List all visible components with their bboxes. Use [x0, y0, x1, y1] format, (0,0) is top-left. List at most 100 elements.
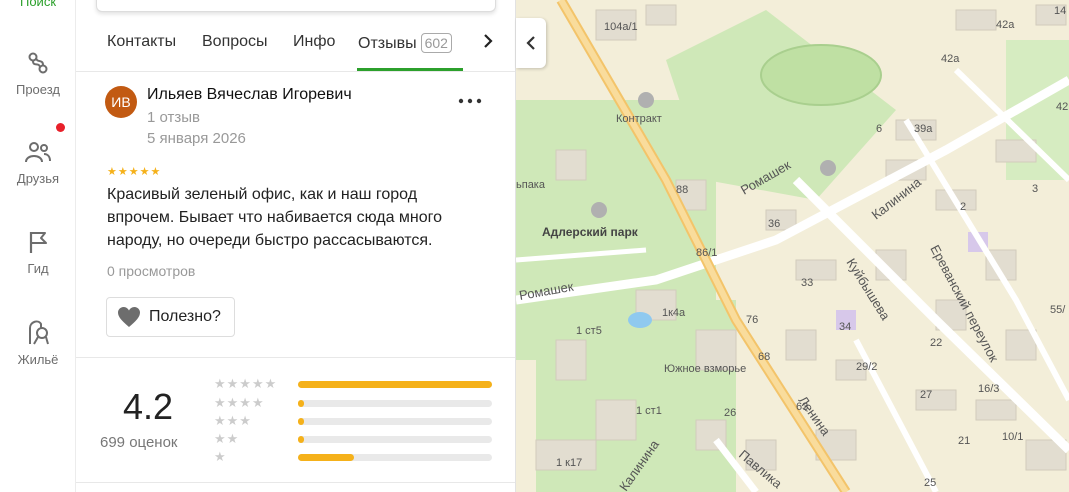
- histogram-bar: [298, 454, 354, 461]
- nav-item-route-label: Проезд: [15, 82, 60, 97]
- nav-item-route[interactable]: Проезд: [0, 50, 76, 97]
- map-label: 42: [1056, 101, 1068, 113]
- histogram-row-2: ★★: [214, 431, 494, 446]
- nav-item-housing-label: Жильё: [17, 352, 59, 367]
- map-view[interactable]: 104а/1 42а 42а Контракт 6 39а Ромашек Ка…: [516, 0, 1069, 492]
- flag-icon: [29, 232, 47, 253]
- collapse-panel-button[interactable]: [516, 18, 546, 68]
- map-label: ьпака: [516, 179, 546, 191]
- histogram-row-4: ★★★★: [214, 395, 494, 410]
- map-pond: [628, 312, 652, 328]
- review-stars: ★★★★★: [107, 166, 162, 178]
- histogram-stars: ★★★★★: [214, 376, 278, 391]
- heart-icon: [118, 307, 140, 327]
- nav-item-housing[interactable]: Жильё: [0, 318, 76, 367]
- map-stadium: [760, 44, 882, 106]
- map-label: 55/: [1050, 304, 1066, 316]
- contract-poi-icon[interactable]: [638, 92, 654, 108]
- review-date: 5 января 2026: [147, 130, 246, 147]
- map-label: 25: [924, 477, 936, 489]
- review-text: Красивый зеленый офис, как и наш город в…: [107, 186, 443, 249]
- bottom-divider: [76, 482, 515, 483]
- histogram-bar: [298, 400, 304, 407]
- useful-button-label: Полезно?: [149, 308, 221, 325]
- histogram-row-1: ★: [214, 449, 494, 464]
- reviews-count-badge: 602: [420, 33, 452, 53]
- avatar[interactable]: ИВ: [105, 86, 137, 118]
- chevron-right-icon: [484, 34, 493, 48]
- map-label: 2: [960, 201, 966, 213]
- map-label: 86/1: [696, 247, 717, 259]
- map-label: 27: [920, 389, 932, 401]
- histogram-bar: [298, 436, 304, 443]
- map-label: 22: [930, 337, 942, 349]
- map-label: Контракт: [616, 113, 662, 125]
- map-label: Южное взморье: [664, 363, 746, 375]
- map-label: 16/3: [978, 383, 999, 395]
- map-label: 1 ст1: [636, 405, 662, 417]
- map-label: 76: [746, 314, 758, 326]
- review-views: 0 просмотров: [107, 263, 196, 279]
- tab-reviews-label: Отзывы: [358, 35, 417, 52]
- histogram-stars: ★★: [214, 431, 240, 446]
- useful-button[interactable]: Полезно?: [106, 297, 235, 337]
- tabs-next-button[interactable]: [482, 33, 494, 54]
- histogram-track: [298, 454, 492, 461]
- histogram-bar: [298, 418, 304, 425]
- rating-value: 4.2: [122, 386, 174, 427]
- map-label: 3: [1032, 183, 1038, 195]
- map-label: 29/2: [856, 361, 877, 373]
- tab-contacts[interactable]: Контакты: [107, 33, 176, 51]
- histogram-track: [298, 418, 492, 425]
- chevron-left-icon: [526, 36, 535, 50]
- map-label: 21: [958, 435, 970, 447]
- notification-dot: [56, 123, 65, 132]
- tabs-bar: Контакты Вопросы Инфо Отзывы 602: [76, 24, 515, 71]
- more-options-button[interactable]: [458, 88, 482, 111]
- nav-rail: Поиск Проезд Друзья Гид Жильё: [0, 0, 76, 492]
- poi-icon[interactable]: [820, 160, 836, 176]
- tab-reviews[interactable]: Отзывы 602: [358, 33, 452, 53]
- rating-count: 699 оценок: [100, 434, 178, 451]
- histogram-track: [298, 400, 492, 407]
- map-label: 36: [768, 218, 780, 230]
- park-poi-icon[interactable]: [591, 202, 607, 218]
- histogram-stars: ★★★: [214, 413, 252, 428]
- map-label: 33: [801, 277, 813, 289]
- tab-info[interactable]: Инфо: [293, 33, 335, 51]
- map-label: 26: [724, 407, 736, 419]
- map-canvas[interactable]: 104а/1 42а 42а Контракт 6 39а Ромашек Ка…: [516, 0, 1069, 492]
- histogram-stars: ★: [214, 449, 227, 464]
- map-label: 14: [1054, 5, 1066, 17]
- histogram-row-3: ★★★: [214, 413, 494, 428]
- nav-item-friends-label: Друзья: [16, 171, 60, 186]
- map-label: 68: [758, 351, 770, 363]
- friends-icon: [25, 142, 51, 163]
- map-label: 34: [839, 321, 851, 333]
- histogram-track: [298, 436, 492, 443]
- histogram-stars: ★★★★: [214, 395, 265, 410]
- map-label: 6: [876, 123, 882, 135]
- map-label: 1 к17: [556, 457, 582, 469]
- map-label: 42а: [996, 19, 1015, 31]
- map-label: 10/1: [1002, 431, 1023, 443]
- histogram-bar: [298, 381, 492, 388]
- route-icon: [28, 52, 48, 74]
- place-panel: Контакты Вопросы Инфо Отзывы 602 ИВ Ильяе…: [76, 0, 516, 492]
- map-label: 42а: [941, 53, 960, 65]
- nav-search-label[interactable]: Поиск: [0, 0, 76, 9]
- more-dots-icon: [458, 98, 482, 104]
- review-author[interactable]: Ильяев Вячеслав Игоревич: [147, 86, 352, 104]
- nav-item-friends[interactable]: Друзья: [0, 139, 76, 186]
- map-label: 88: [676, 184, 688, 196]
- search-bar[interactable]: [96, 0, 496, 12]
- tab-questions[interactable]: Вопросы: [202, 33, 268, 51]
- nav-item-guide[interactable]: Гид: [0, 229, 76, 276]
- tabs-divider: [76, 71, 515, 72]
- histogram-row-5: ★★★★★: [214, 376, 494, 391]
- map-label: 39а: [914, 123, 933, 135]
- map-label: Адлерский парк: [542, 225, 639, 239]
- map-label: Калинина: [869, 174, 925, 222]
- histogram-track: [298, 381, 492, 388]
- housing-icon: [29, 320, 49, 345]
